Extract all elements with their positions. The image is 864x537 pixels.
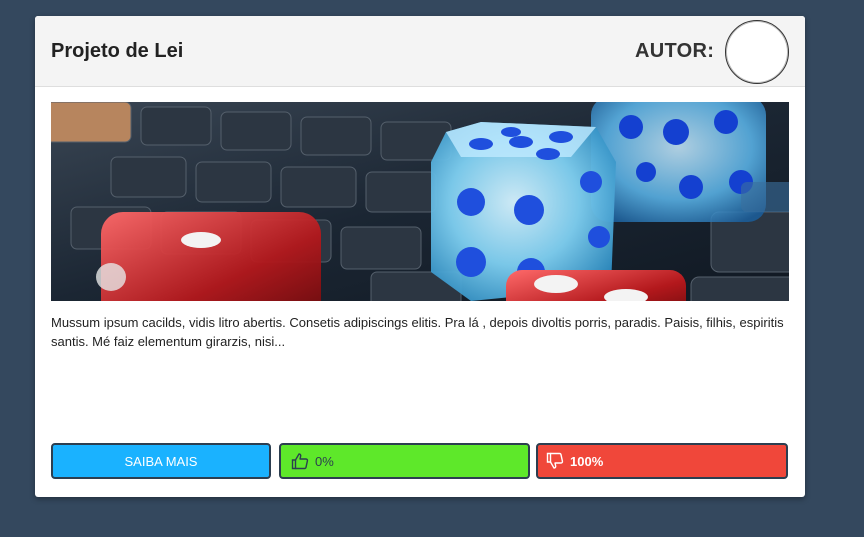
dislike-button[interactable]: 100%: [536, 443, 788, 479]
proposal-card: Projeto de Lei AUTOR: Mussum ipsum cacil…: [35, 16, 805, 497]
hero-image: [51, 102, 789, 301]
dislike-percentage: 100%: [570, 453, 604, 469]
proposal-description: Mussum ipsum cacilds, vidis litro aberti…: [51, 315, 784, 349]
thumbs-up-icon: [291, 452, 309, 470]
more-button[interactable]: SAIBA MAIS: [51, 443, 271, 479]
like-button[interactable]: 0%: [279, 443, 530, 479]
card-title: Projeto de Lei: [51, 40, 184, 62]
author-avatar[interactable]: [725, 20, 789, 84]
like-percentage: 0%: [315, 453, 334, 469]
more-button-label: SAIBA MAIS: [124, 453, 198, 469]
card-header: Projeto de Lei AUTOR:: [35, 16, 805, 87]
dice-photo: [51, 102, 789, 301]
thumbs-down-icon: [546, 452, 564, 470]
author-label: AUTOR:: [635, 40, 715, 62]
